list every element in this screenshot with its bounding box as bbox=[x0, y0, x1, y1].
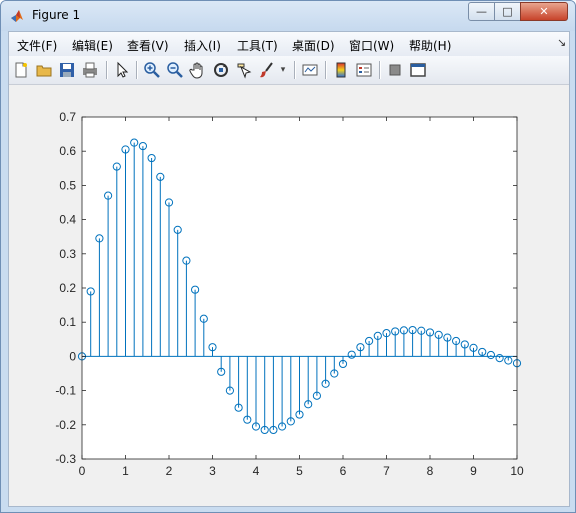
menu-window[interactable]: 窗口(W) bbox=[349, 37, 394, 54]
figure-canvas[interactable]: 0 1 2 3 4 5 6 7 8 9 10 -0.3 -0.2 -0.1 0 0.1 0.2 0.3 0.4 0.5… bbox=[9, 85, 569, 506]
window-title: Figure 1 bbox=[32, 8, 81, 22]
toolbar-separator bbox=[106, 61, 108, 79]
x-tick-label: 1 bbox=[122, 464, 129, 478]
minimize-button[interactable]: — bbox=[468, 2, 495, 21]
y-tick-label: 0.2 bbox=[59, 281, 76, 295]
title-bar[interactable]: Figure 1 — □ ✕ bbox=[1, 1, 575, 31]
pan-hand-icon[interactable] bbox=[188, 60, 208, 80]
y-tick-label: -0.2 bbox=[55, 418, 76, 432]
figure-toolbar: ▾ bbox=[9, 56, 569, 85]
x-tick-label: 9 bbox=[470, 464, 477, 478]
data-cursor-icon[interactable] bbox=[234, 60, 254, 80]
y-tick-label: 0 bbox=[69, 349, 76, 363]
x-tick-label: 10 bbox=[510, 464, 524, 478]
maximize-button[interactable]: □ bbox=[494, 2, 521, 21]
zoom-out-icon[interactable] bbox=[165, 60, 185, 80]
legend-icon[interactable] bbox=[354, 60, 374, 80]
brush-icon[interactable] bbox=[257, 60, 277, 80]
y-tick-label: 0.6 bbox=[59, 144, 76, 158]
y-tick-label: -0.3 bbox=[55, 452, 76, 466]
y-tick-label: 0.3 bbox=[59, 247, 76, 261]
x-tick-label: 2 bbox=[166, 464, 173, 478]
zoom-in-icon[interactable] bbox=[142, 60, 162, 80]
stem-plot[interactable]: 0 1 2 3 4 5 6 7 8 9 10 -0.3 -0.2 -0.1 0 0.1 0.2 0.3 0.4 0.5… bbox=[9, 85, 569, 506]
colorbar-icon[interactable] bbox=[331, 60, 351, 80]
menu-desktop[interactable]: 桌面(D) bbox=[292, 37, 335, 54]
show-plot-tools-icon[interactable] bbox=[408, 60, 428, 80]
print-icon[interactable] bbox=[80, 60, 100, 80]
x-tick-label: 3 bbox=[209, 464, 216, 478]
menu-view[interactable]: 查看(V) bbox=[127, 37, 169, 54]
menu-insert[interactable]: 插入(I) bbox=[184, 37, 221, 54]
edit-plot-arrow-icon[interactable] bbox=[112, 60, 132, 80]
figure-client-area: 文件(F) 编辑(E) 查看(V) 插入(I) 工具(T) 桌面(D) 窗口(W… bbox=[8, 31, 570, 507]
toolbar-separator bbox=[136, 61, 138, 79]
close-button[interactable]: ✕ bbox=[520, 2, 568, 21]
y-tick-label: -0.1 bbox=[55, 384, 76, 398]
brush-dropdown-icon[interactable]: ▾ bbox=[277, 60, 289, 80]
menu-edit[interactable]: 编辑(E) bbox=[72, 37, 113, 54]
menu-tools[interactable]: 工具(T) bbox=[237, 37, 278, 54]
menubar-overflow-icon[interactable]: ↘ bbox=[557, 36, 566, 49]
rotate-3d-icon[interactable] bbox=[211, 60, 231, 80]
figure-window: Figure 1 — □ ✕ 文件(F) 编辑(E) 查看(V) 插入(I) 工… bbox=[0, 0, 576, 513]
toolbar-separator bbox=[325, 61, 327, 79]
menu-help[interactable]: 帮助(H) bbox=[409, 37, 451, 54]
x-tick-label: 4 bbox=[253, 464, 260, 478]
matlab-logo-icon bbox=[10, 8, 26, 24]
y-tick-label: 0.4 bbox=[59, 213, 76, 227]
toolbar-separator bbox=[294, 61, 296, 79]
new-figure-icon[interactable] bbox=[11, 60, 31, 80]
x-tick-label: 6 bbox=[340, 464, 347, 478]
y-tick-label: 0.5 bbox=[59, 178, 76, 192]
menu-file[interactable]: 文件(F) bbox=[17, 37, 57, 54]
x-tick-label: 5 bbox=[296, 464, 303, 478]
hide-plot-tools-icon[interactable] bbox=[385, 60, 405, 80]
toolbar-separator bbox=[379, 61, 381, 79]
x-tick-label: 7 bbox=[383, 464, 390, 478]
save-icon[interactable] bbox=[57, 60, 77, 80]
x-tick-label: 8 bbox=[427, 464, 434, 478]
link-plot-icon[interactable] bbox=[300, 60, 320, 80]
y-tick-label: 0.7 bbox=[59, 110, 76, 124]
y-tick-label: 0.1 bbox=[59, 315, 76, 329]
menu-bar: 文件(F) 编辑(E) 查看(V) 插入(I) 工具(T) 桌面(D) 窗口(W… bbox=[9, 32, 569, 56]
x-tick-label: 0 bbox=[79, 464, 86, 478]
open-file-icon[interactable] bbox=[34, 60, 54, 80]
